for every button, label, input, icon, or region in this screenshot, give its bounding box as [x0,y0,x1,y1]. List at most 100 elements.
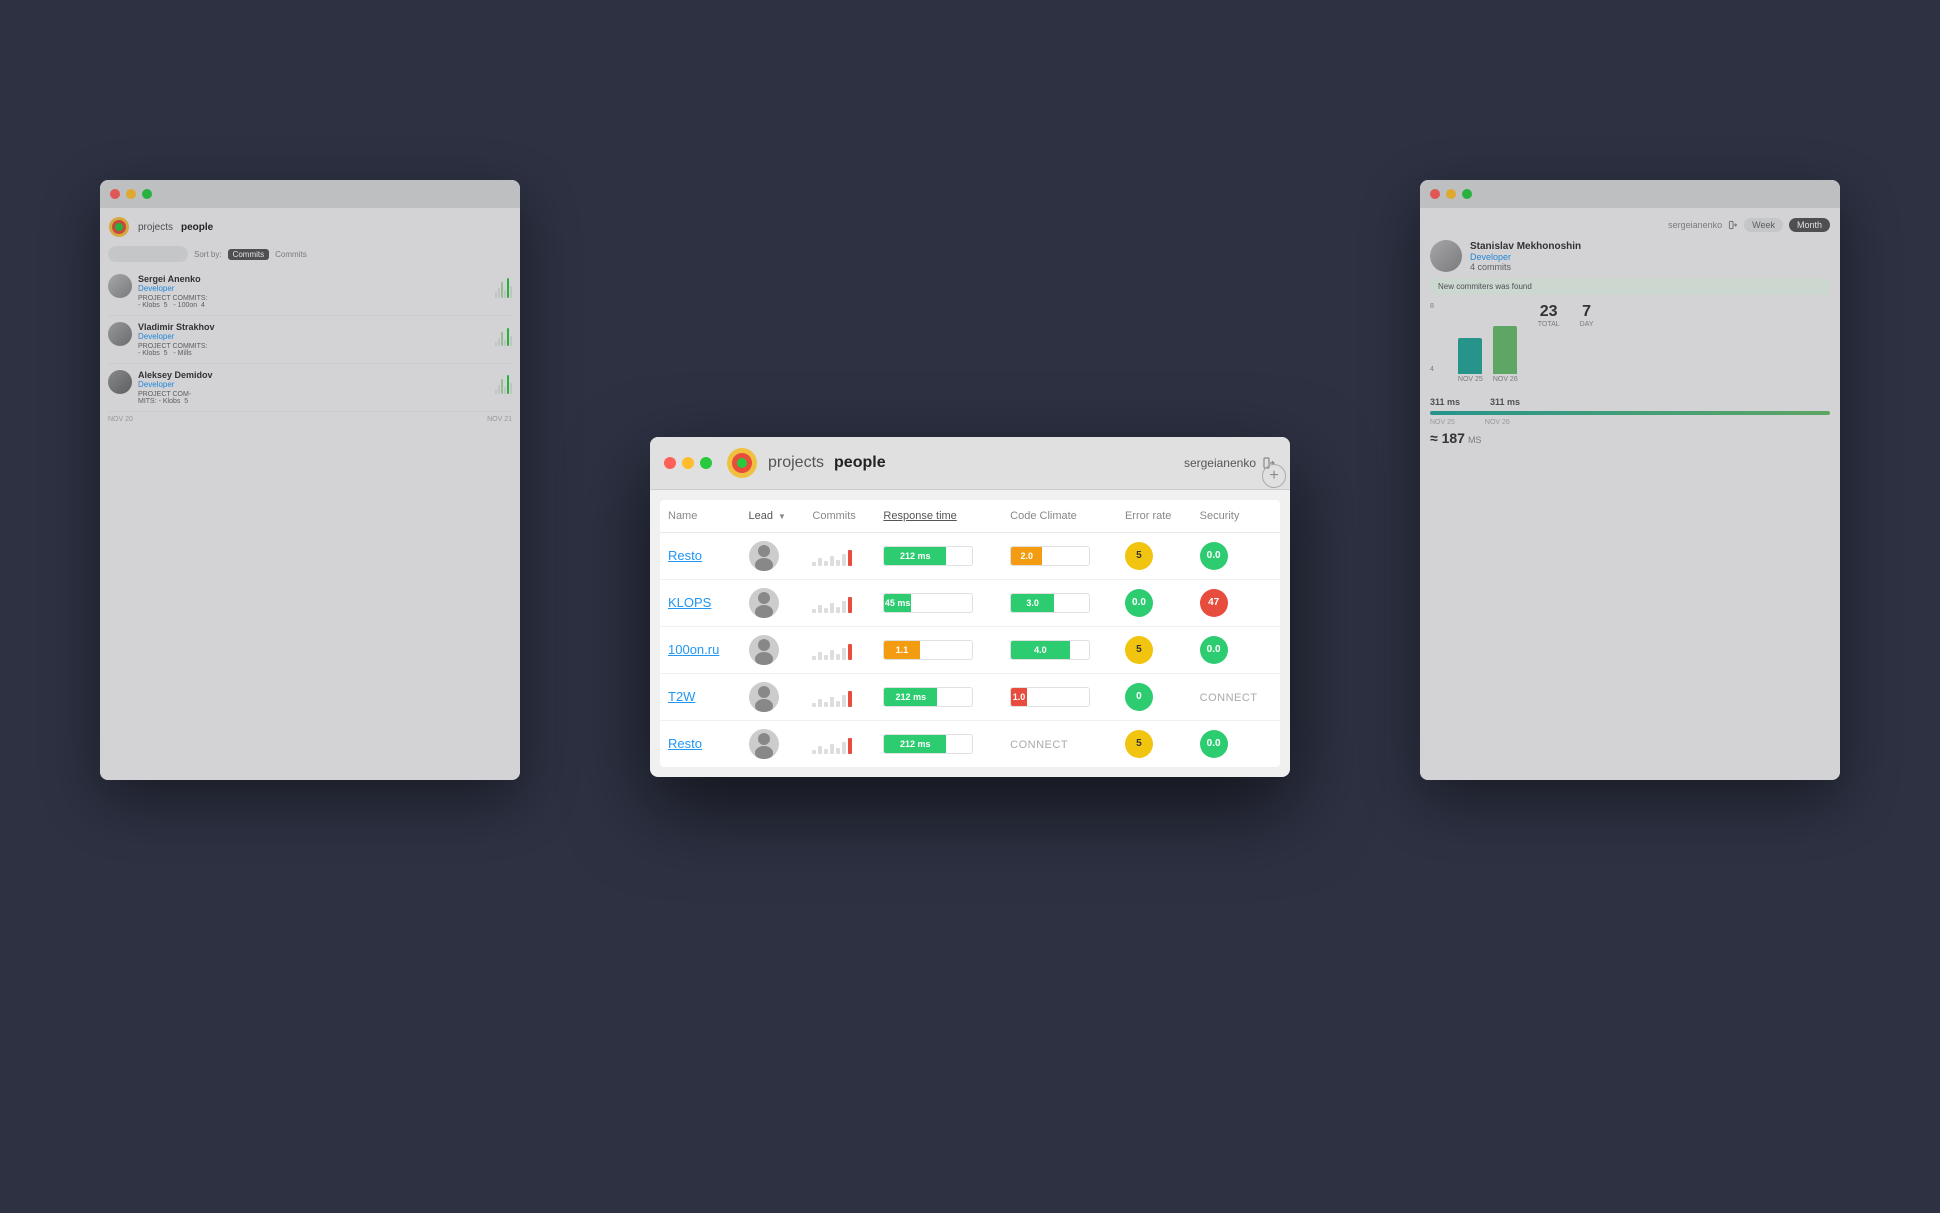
security-connect-link[interactable]: Connect [1200,692,1258,704]
response-labels: NOV 25 NOV 26 [1430,419,1830,426]
traffic-light-yellow[interactable] [126,189,136,199]
col-error-rate: Error rate [1117,500,1192,533]
add-project-button[interactable]: + [1262,464,1286,488]
table-row: 100on.ru1.14.050.0 [660,626,1280,673]
left-nav: projects people [108,216,512,238]
chart-bar [507,375,509,394]
error-rate-badge: 5 [1125,730,1153,758]
lead-avatar [749,635,779,665]
cell-error-rate: 0 [1117,673,1192,720]
project-name-link[interactable]: Resto [668,548,702,563]
col-lead[interactable]: Lead ▼ [741,500,805,533]
nav-projects[interactable]: projects [768,454,824,472]
response-bar [1430,411,1830,415]
commit-bar [836,654,840,660]
right-person-info: Stanislav Mekhonoshin Developer 4 commit… [1470,241,1581,272]
traffic-light-red[interactable] [1430,189,1440,199]
chart-label-1: NOV 25 [1458,376,1483,383]
tab-week[interactable]: Week [1744,218,1783,232]
error-rate-badge: 0 [1125,683,1153,711]
person-info-2: Vladimir Strakhov Developer PROJECT COMM… [138,322,489,357]
project-name-link[interactable]: Resto [668,736,702,751]
chart-bar [501,282,503,298]
chart-group-1: NOV 25 [1458,338,1483,383]
left-search-bar: Sort by: Commits Commits [108,246,512,262]
nav-people[interactable]: people [834,454,886,472]
commit-bar [824,608,828,613]
commits-chart [812,734,867,754]
response-bar-fill: 45 ms [884,594,910,612]
person-name-3: Aleksey Demidov [138,370,489,380]
y-label-8: 8 [1430,303,1434,310]
traffic-light-green[interactable] [1462,189,1472,199]
chart-bar [507,328,509,346]
lead-avatar [749,541,779,571]
response-bar-fill: 212 ms [884,547,946,565]
traffic-light-green[interactable] [142,189,152,199]
right-person-avatar [1430,240,1462,272]
chart-bar [495,389,497,394]
commit-bar [830,744,834,754]
commit-bar [812,750,816,754]
left-background-panel: projects people Sort by: Commits Commits… [100,180,520,780]
right-background-panel: sergeianenko Week Month Stanislav Mekhon… [1420,180,1840,780]
project-name-link[interactable]: KLOPS [668,595,711,610]
stat-total-label: TOTAL [1538,321,1560,328]
cell-commits [804,532,875,579]
left-titlebar [100,180,520,208]
traffic-light-yellow[interactable] [1446,189,1456,199]
col-response-time[interactable]: Response time [875,500,1002,533]
person-role-1: Developer [138,284,489,293]
right-panel-body: sergeianenko Week Month Stanislav Mekhon… [1420,208,1840,780]
error-rate-badge: 0.0 [1125,589,1153,617]
lead-avatar [749,682,779,712]
climate-bar-container: 2.0 [1010,546,1090,566]
traffic-light-minimize[interactable] [682,457,694,469]
chart-label-2: NOV 26 [1493,376,1518,383]
climate-bar-container: 4.0 [1010,640,1090,660]
left-nav-people[interactable]: people [181,222,213,233]
cell-name: Resto [660,532,741,579]
chart-bar [498,338,500,346]
error-rate-badge: 5 [1125,542,1153,570]
commit-bar [830,697,834,707]
right-person-commits: 4 commits [1470,262,1581,272]
person-chart-3 [495,370,512,394]
resp-label-2: NOV 26 [1485,419,1510,426]
cell-lead [741,579,805,626]
commit-bar [818,699,822,707]
right-person-name: Stanislav Mekhonoshin [1470,241,1581,252]
table-row: Resto212 msConnect50.0 [660,720,1280,767]
cell-response-time: 1.1 [875,626,1002,673]
commit-bar [836,748,840,754]
person-commits-1: PROJECT COMMITS:- Klobs 5 - 100on 4 [138,295,489,309]
security-badge: 0.0 [1200,542,1228,570]
connect-link[interactable]: Connect [1010,739,1068,751]
person-role-3: Developer [138,380,489,389]
traffic-light-close[interactable] [664,457,676,469]
cell-response-time: 212 ms [875,720,1002,767]
tab-month[interactable]: Month [1789,218,1830,232]
person-role-2: Developer [138,332,489,341]
left-search-input[interactable] [108,246,188,262]
stat-total-value: 23 [1538,303,1560,321]
traffic-light-maximize[interactable] [700,457,712,469]
cell-code-climate: 1.0 [1002,673,1117,720]
person-commits-3: PROJECT COM-MITS: - Klobs 5 [138,391,489,405]
resp-val-1: 311 ms [1430,397,1460,407]
cell-lead [741,720,805,767]
left-sort-value[interactable]: Commits [228,249,270,260]
commit-bar [830,556,834,566]
sort-arrow-icon: ▼ [778,512,786,521]
person-info-1: Sergei Anenko Developer PROJECT COMMITS:… [138,274,489,309]
project-name-link[interactable]: 100on.ru [668,642,719,657]
traffic-light-red[interactable] [110,189,120,199]
commit-bar [842,695,846,707]
cell-error-rate: 0.0 [1117,579,1192,626]
right-username: sergeianenko [1668,220,1722,230]
project-name-link[interactable]: T2W [668,689,695,704]
left-nav-projects[interactable]: projects [138,222,173,233]
date-label-1: NOV 20 [108,416,133,423]
commits-chart [812,593,867,613]
notice-box: New commiters was found [1430,278,1830,295]
